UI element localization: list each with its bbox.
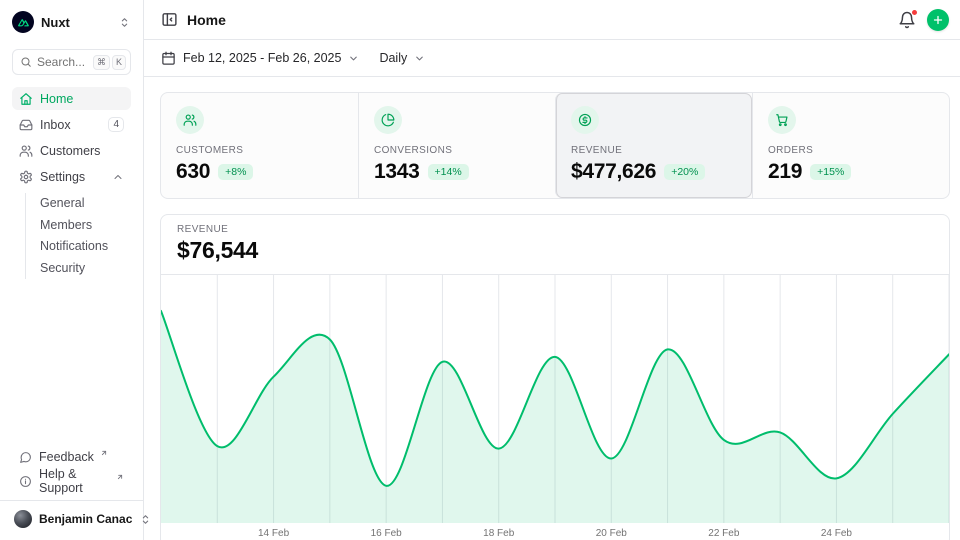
main-area: Home Feb 12, 2025 - Feb 26, 2025 Daily <box>144 0 960 540</box>
gear-icon <box>19 170 33 184</box>
settings-submenu: General Members Notifications Security <box>25 193 131 279</box>
search-input[interactable]: Search... ⌘ K <box>12 49 131 75</box>
chart-metric-label: REVENUE <box>177 224 933 235</box>
sidebar-item-label: Home <box>40 92 73 106</box>
cart-icon <box>775 113 789 127</box>
help-support-link[interactable]: Help & Support <box>12 470 131 492</box>
stat-card-conversions[interactable]: CONVERSIONS 1343 +14% <box>358 93 555 198</box>
stat-card-revenue[interactable]: REVENUE $477,626 +20% <box>555 93 752 198</box>
users-icon <box>183 113 197 127</box>
unread-dot <box>911 9 918 16</box>
user-menu[interactable]: Benjamin Canac <box>12 501 131 530</box>
date-range-label: Feb 12, 2025 - Feb 26, 2025 <box>183 51 341 65</box>
calendar-icon <box>161 51 176 66</box>
granularity-label: Daily <box>379 51 407 65</box>
sidebar-item-notifications[interactable]: Notifications <box>40 236 131 258</box>
sidebar-item-inbox[interactable]: Inbox 4 <box>12 113 131 136</box>
notifications-button[interactable] <box>898 11 916 29</box>
user-avatar <box>14 510 32 528</box>
users-icon <box>19 144 33 158</box>
sidebar: Nuxt Search... ⌘ K Home Inbox 4 Cu <box>0 0 144 540</box>
stat-label: CUSTOMERS <box>176 145 343 156</box>
sidebar-item-general[interactable]: General <box>40 193 131 215</box>
help-support-label: Help & Support <box>39 467 110 495</box>
stat-delta-badge: +14% <box>428 164 469 180</box>
kbd-meta: ⌘ <box>93 55 110 70</box>
info-circle-icon <box>19 475 32 488</box>
chevron-up-icon <box>112 171 124 183</box>
pie-chart-icon <box>381 113 395 127</box>
stat-delta-badge: +8% <box>218 164 253 180</box>
workspace-switcher[interactable]: Nuxt <box>12 10 131 34</box>
search-icon <box>20 56 32 68</box>
stat-value: 219 <box>768 160 802 184</box>
top-header: Home <box>144 0 960 40</box>
stat-card-customers[interactable]: CUSTOMERS 630 +8% <box>161 93 358 198</box>
chevrons-up-down-icon <box>118 16 131 29</box>
feedback-link[interactable]: Feedback <box>12 446 131 468</box>
user-name: Benjamin Canac <box>39 512 132 526</box>
kbd-k: K <box>112 55 126 70</box>
page-content: CUSTOMERS 630 +8% CONVERSIONS 1343 +14% <box>144 77 960 540</box>
sidebar-item-customers[interactable]: Customers <box>12 139 131 162</box>
workspace-name: Nuxt <box>41 15 70 30</box>
x-tick-label: 18 Feb <box>483 528 514 539</box>
sidebar-item-label: Inbox <box>40 118 71 132</box>
external-link-icon <box>100 449 108 457</box>
stat-value: 630 <box>176 160 210 184</box>
filters-toolbar: Feb 12, 2025 - Feb 26, 2025 Daily <box>144 40 960 77</box>
inbox-icon <box>19 118 33 132</box>
inbox-count-badge: 4 <box>108 117 124 132</box>
chart-header: REVENUE $76,544 <box>161 215 949 275</box>
chart-plot-area[interactable] <box>161 275 949 523</box>
speech-bubble-icon <box>19 451 32 464</box>
stat-label: CONVERSIONS <box>374 145 540 156</box>
stat-delta-badge: +15% <box>810 164 851 180</box>
revenue-chart-card: REVENUE $76,544 14 Feb 16 Feb 18 Feb 20 Feb… <box>160 214 950 540</box>
sidebar-footer-links: Feedback Help & Support <box>12 446 131 492</box>
sidebar-item-settings[interactable]: Settings <box>12 165 131 188</box>
new-item-button[interactable] <box>927 9 949 31</box>
revenue-area-chart <box>161 275 949 523</box>
chart-metric-value: $76,544 <box>177 237 933 264</box>
chevron-down-icon <box>348 53 359 64</box>
dollar-circle-icon <box>578 113 592 127</box>
dashboard-app: Nuxt Search... ⌘ K Home Inbox 4 Cu <box>0 0 960 540</box>
x-tick-label: 20 Feb <box>596 528 627 539</box>
sidebar-item-label: Settings <box>40 170 85 184</box>
page-title: Home <box>187 12 226 28</box>
stat-label: REVENUE <box>571 145 737 156</box>
x-tick-label: 22 Feb <box>708 528 739 539</box>
stat-delta-badge: +20% <box>664 164 705 180</box>
x-tick-label: 16 Feb <box>371 528 402 539</box>
date-range-picker[interactable]: Feb 12, 2025 - Feb 26, 2025 <box>161 51 359 66</box>
nuxt-logo-icon <box>12 11 34 33</box>
stats-row: CUSTOMERS 630 +8% CONVERSIONS 1343 +14% <box>160 92 950 199</box>
chart-x-axis: 14 Feb 16 Feb 18 Feb 20 Feb 22 Feb 24 Feb <box>161 523 949 540</box>
external-link-icon <box>116 473 124 481</box>
home-icon <box>19 92 33 106</box>
panel-left-close-icon[interactable] <box>161 11 178 28</box>
stat-card-orders[interactable]: ORDERS 219 +15% <box>752 93 949 198</box>
sidebar-item-label: Customers <box>40 144 100 158</box>
x-tick-label: 24 Feb <box>821 528 852 539</box>
sidebar-item-home[interactable]: Home <box>12 87 131 110</box>
feedback-label: Feedback <box>39 450 94 464</box>
granularity-select[interactable]: Daily <box>379 51 425 65</box>
sidebar-item-security[interactable]: Security <box>40 258 131 280</box>
stat-label: ORDERS <box>768 145 934 156</box>
x-tick-label: 14 Feb <box>258 528 289 539</box>
search-placeholder: Search... <box>37 55 88 69</box>
plus-icon <box>932 14 944 26</box>
stat-value: 1343 <box>374 160 420 184</box>
sidebar-item-members[interactable]: Members <box>40 215 131 237</box>
stat-value: $477,626 <box>571 160 656 184</box>
chevron-down-icon <box>414 53 425 64</box>
sidebar-nav: Home Inbox 4 Customers Settings General … <box>12 87 131 279</box>
